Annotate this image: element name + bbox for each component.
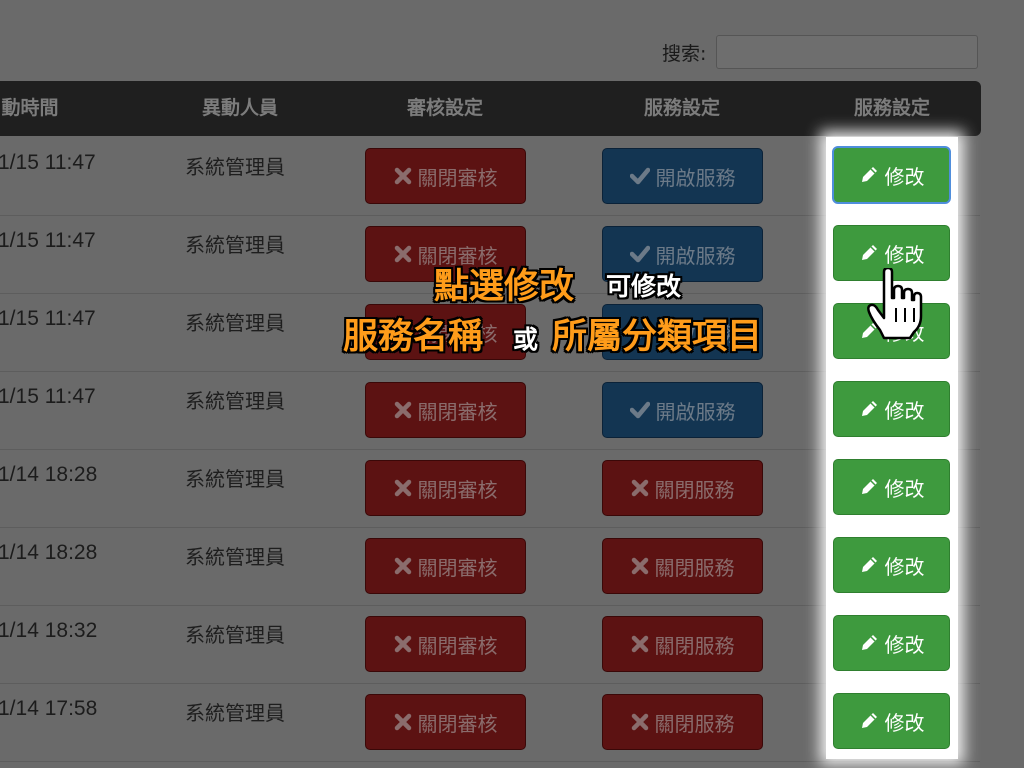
open-service-button[interactable]: 開啟服務 [602,148,763,204]
close-review-label: 關閉審核 [417,399,498,424]
search-bar: 搜索: [662,35,979,69]
close-icon [394,245,411,263]
open-service-label: 開啟服務 [655,165,736,190]
edit-label: 修改 [884,554,925,579]
close-service-label: 關閉服務 [654,555,735,580]
edit-column-highlight: 修改修改修改修改修改修改修改修改 [826,137,958,759]
header-edit[interactable]: 服務設定 [822,81,962,136]
edit-button[interactable]: 修改 [833,381,950,437]
close-icon [394,635,411,653]
search-label: 搜索: [662,42,707,65]
close-icon [394,479,411,497]
annotation-or: 或 [513,325,539,354]
row-user: 系統管理員 [185,545,285,569]
row-time: 1/14 18:32 [0,619,98,642]
check-icon [629,245,650,263]
hand-pointer-icon [866,266,924,344]
check-icon [629,401,650,419]
close-review-button[interactable]: 關閉審核 [365,616,526,672]
row-time: 1/14 17:58 [0,697,98,720]
annotation-can-edit: 可修改 [606,272,682,301]
edit-button[interactable]: 修改 [832,146,951,204]
pencil-icon [861,245,877,260]
pencil-icon [861,713,877,728]
pencil-icon [861,635,877,650]
close-service-button[interactable]: 關閉服務 [602,694,763,750]
close-icon [631,635,648,653]
open-service-label: 開啟服務 [655,399,736,424]
close-icon [631,479,648,497]
edit-button[interactable]: 修改 [833,615,950,671]
pencil-icon [861,479,877,494]
row-user: 系統管理員 [185,701,285,725]
close-service-label: 關閉服務 [654,711,735,736]
row-user: 系統管理員 [185,311,285,335]
edit-button[interactable]: 修改 [833,537,950,593]
open-service-button[interactable]: 開啟服務 [602,382,763,438]
edit-label: 修改 [884,710,925,735]
table-header: 動時間 異動人員 審核設定 服務設定 服務設定 [0,81,981,136]
edit-label: 修改 [884,242,925,267]
close-icon [394,401,411,419]
annotation-service-name: 服務名稱 [343,317,484,357]
row-user: 系統管理員 [185,233,285,257]
row-time: 1/14 18:28 [0,541,98,564]
edit-label: 修改 [884,476,925,501]
close-review-label: 關閉審核 [417,711,498,736]
annotation-category: 所屬分類項目 [552,317,763,357]
header-review[interactable]: 審核設定 [375,81,515,136]
edit-label: 修改 [884,398,925,423]
row-time: 1/15 11:47 [0,307,96,330]
check-icon [629,167,650,185]
close-review-label: 關閉審核 [417,477,498,502]
close-icon [394,713,411,731]
close-review-label: 關閉審核 [417,633,498,658]
row-user: 系統管理員 [185,389,285,413]
edit-label: 修改 [884,632,925,657]
close-icon [394,167,411,185]
row-time: 1/15 11:47 [0,151,96,174]
header-time[interactable]: 動時間 [0,81,70,136]
close-service-label: 關閉服務 [654,633,735,658]
close-review-button[interactable]: 關閉審核 [365,382,526,438]
search-input[interactable] [716,35,979,69]
close-review-button[interactable]: 關閉審核 [365,538,526,594]
row-time: 1/15 11:47 [0,385,96,408]
open-service-label: 開啟服務 [655,243,736,268]
header-user[interactable]: 異動人員 [170,81,310,136]
edit-button[interactable]: 修改 [833,693,950,749]
annotation-click-edit: 點選修改 [434,267,575,307]
pencil-icon [861,557,877,572]
close-review-button[interactable]: 關閉審核 [365,694,526,750]
row-user: 系統管理員 [185,155,285,179]
close-icon [394,557,411,575]
close-service-label: 關閉服務 [654,477,735,502]
edit-button[interactable]: 修改 [833,459,950,515]
row-user: 系統管理員 [185,623,285,647]
close-icon [631,713,648,731]
close-service-button[interactable]: 關閉服務 [602,538,763,594]
close-review-label: 關閉審核 [417,555,498,580]
close-review-button[interactable]: 關閉審核 [365,460,526,516]
pencil-icon [861,167,877,182]
row-user: 系統管理員 [185,467,285,491]
close-review-button[interactable]: 關閉審核 [365,148,526,204]
close-service-button[interactable]: 關閉服務 [602,460,763,516]
close-review-label: 關閉審核 [417,165,498,190]
header-service[interactable]: 服務設定 [612,81,752,136]
pencil-icon [861,401,877,416]
row-time: 1/14 18:28 [0,463,98,486]
close-service-button[interactable]: 關閉服務 [602,616,763,672]
close-icon [631,557,648,575]
edit-label: 修改 [884,164,925,189]
row-time: 1/15 11:47 [0,229,96,252]
